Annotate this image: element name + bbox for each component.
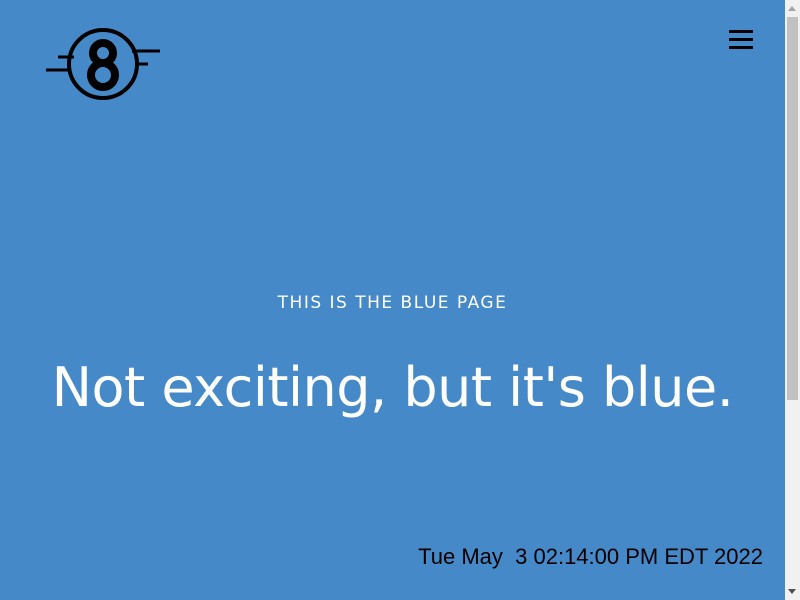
menu-bar-icon bbox=[729, 46, 753, 49]
svg-text:8: 8 bbox=[103, 69, 104, 71]
timestamp: Tue May 3 02:14:00 PM EDT 2022 bbox=[418, 544, 763, 569]
blue-page: 8 THIS IS THE BLUE PAGE Not exciting, bu… bbox=[0, 0, 785, 600]
menu-button[interactable] bbox=[727, 29, 755, 53]
menu-bar-icon bbox=[729, 30, 753, 33]
menu-bar-icon bbox=[729, 38, 753, 41]
vertical-scrollbar[interactable] bbox=[785, 0, 800, 600]
page-kicker: THIS IS THE BLUE PAGE bbox=[277, 293, 508, 313]
scroll-down-icon[interactable] bbox=[788, 589, 796, 594]
scrollbar-thumb[interactable] bbox=[787, 17, 798, 400]
scroll-up-icon[interactable] bbox=[788, 6, 796, 11]
logo-8-icon[interactable]: 8 bbox=[44, 26, 162, 104]
page-headline: Not exciting, but it's blue. bbox=[51, 356, 734, 419]
